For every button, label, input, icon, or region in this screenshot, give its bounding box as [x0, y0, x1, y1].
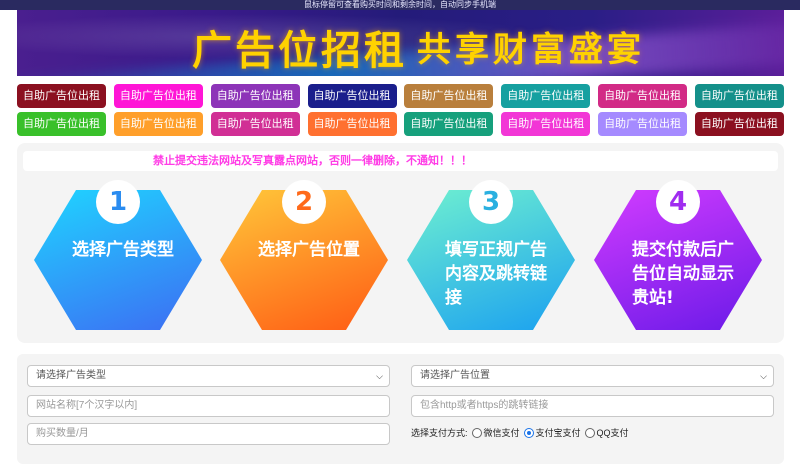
quantity-input[interactable]: 购买数量/月: [27, 423, 390, 445]
ad-type-select-value: 请选择广告类型: [36, 370, 106, 381]
ad-slot-button[interactable]: 自助广告位出租: [404, 84, 494, 108]
pay-option-alipay: 支付宝支付: [535, 428, 581, 438]
chevron-down-icon: ⌵: [376, 371, 383, 381]
step-label: 提交付款后广告位自动显示贵站!: [632, 240, 734, 308]
ad-slot-button[interactable]: 自助广告位出租: [210, 84, 300, 108]
ad-slot-button[interactable]: 自助广告位出租: [694, 84, 784, 108]
step-2: 2 选择广告位置: [220, 180, 388, 330]
banner[interactable]: 广告位招租 共享财富盛宴: [17, 10, 784, 76]
chevron-down-icon: ⌵: [760, 371, 767, 381]
pay-radio-wechat[interactable]: [471, 427, 482, 438]
step-number: 1: [96, 180, 140, 224]
step-label: 选择广告类型: [72, 240, 174, 260]
ad-slot-button[interactable]: 自助广告位出租: [17, 84, 106, 108]
step-1: 1 选择广告类型: [34, 180, 202, 330]
banner-title: 广告位招租: [192, 28, 407, 74]
ad-slot-button[interactable]: 自助广告位出租: [694, 112, 784, 136]
step-3: 3 填写正规广告内容及跳转链接: [407, 180, 575, 330]
step-number: 2: [282, 180, 326, 224]
ad-slot-button[interactable]: 自助广告位出租: [113, 84, 203, 108]
ad-slot-button[interactable]: 自助广告位出租: [501, 84, 591, 108]
ad-position-select-value: 请选择广告位置: [420, 370, 490, 381]
step-label: 填写正规广告内容及跳转链接: [445, 240, 547, 308]
pay-radio-alipay[interactable]: [523, 427, 534, 438]
ad-slot-row-2: 自助广告位出租 自助广告位出租 自助广告位出租 自助广告位出租 自助广告位出租 自助广告位…: [17, 112, 784, 136]
link-input[interactable]: 包含http或者https的跳转链接: [411, 395, 774, 417]
payment-method: 选择支付方式: 微信支付 支付宝支付 QQ支付: [411, 426, 629, 439]
payment-label: 选择支付方式:: [411, 428, 468, 438]
ad-slot-button[interactable]: 自助广告位出租: [598, 84, 688, 108]
steps-panel: 禁止提交违法网站及写真露点网站，否则一律删除，不通知！！！ 1 选择广告类型 2…: [17, 143, 784, 343]
ad-slot-button[interactable]: 自助广告位出租: [501, 112, 591, 136]
pay-radio-qq[interactable]: [584, 427, 595, 438]
top-notice: 鼠标停留可查看购买时间和剩余时间，自动同步手机端: [0, 0, 800, 10]
site-name-input[interactable]: 网站名称[7个汉字以内]: [27, 395, 390, 417]
ad-position-select[interactable]: 请选择广告位置 ⌵: [411, 365, 774, 387]
step-label: 选择广告位置: [258, 240, 360, 260]
ad-slot-button[interactable]: 自助广告位出租: [113, 112, 203, 136]
ad-slot-button[interactable]: 自助广告位出租: [404, 112, 494, 136]
ad-slot-button[interactable]: 自助广告位出租: [17, 112, 106, 136]
ad-slot-button[interactable]: 自助广告位出租: [307, 84, 397, 108]
ad-slot-button[interactable]: 自助广告位出租: [598, 112, 688, 136]
ad-slot-row-1: 自助广告位出租 自助广告位出租 自助广告位出租 自助广告位出租 自助广告位出租 自助广告位…: [17, 84, 784, 108]
ad-slot-button[interactable]: 自助广告位出租: [307, 112, 397, 136]
banner-subtitle: 共享财富盛宴: [417, 30, 645, 70]
order-form: 请选择广告类型 ⌵ 请选择广告位置 ⌵ 网站名称[7个汉字以内] 包含http或…: [17, 354, 784, 464]
pay-option-wechat: 微信支付: [483, 428, 520, 438]
pay-option-qq: QQ支付: [596, 428, 629, 438]
warning-notice: 禁止提交违法网站及写真露点网站，否则一律删除，不通知！！！: [23, 151, 778, 171]
ad-type-select[interactable]: 请选择广告类型 ⌵: [27, 365, 390, 387]
ad-slot-grid: 自助广告位出租 自助广告位出租 自助广告位出租 自助广告位出租 自助广告位出租 自助广告位…: [17, 84, 784, 140]
step-number: 3: [469, 180, 513, 224]
step-number: 4: [656, 180, 700, 224]
ad-slot-button[interactable]: 自助广告位出租: [210, 112, 300, 136]
step-4: 4 提交付款后广告位自动显示贵站!: [594, 180, 762, 330]
